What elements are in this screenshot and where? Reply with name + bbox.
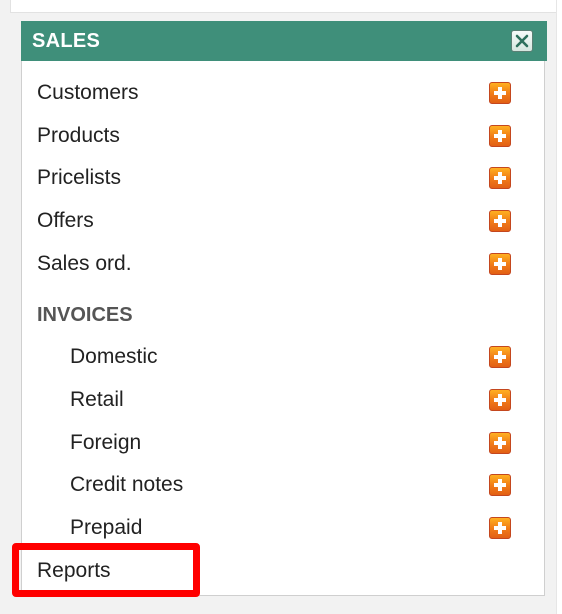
- add-prepaid-invoice-button[interactable]: [489, 517, 511, 539]
- add-domestic-invoice-button[interactable]: [489, 346, 511, 368]
- background-panel-right: [556, 0, 562, 614]
- menu-item-prepaid[interactable]: Prepaid: [22, 507, 544, 549]
- menu-item-label: Credit notes: [70, 473, 184, 496]
- add-sales-order-button[interactable]: [489, 253, 511, 275]
- menu-item-sales-orders[interactable]: Sales ord.: [22, 243, 544, 285]
- section-heading-label: INVOICES: [37, 304, 133, 326]
- menu-item-label: Offers: [37, 209, 94, 232]
- sales-panel: SALES Customers Products Pricelists Offe…: [21, 21, 547, 596]
- menu-item-label: Sales ord.: [37, 252, 132, 275]
- add-customer-button[interactable]: [489, 82, 511, 104]
- add-credit-note-button[interactable]: [489, 474, 511, 496]
- menu-item-label: Foreign: [70, 431, 142, 454]
- close-panel-button[interactable]: [511, 30, 533, 52]
- menu-item-pricelists[interactable]: Pricelists: [22, 157, 544, 199]
- add-offer-button[interactable]: [489, 210, 511, 232]
- add-pricelist-button[interactable]: [489, 167, 511, 189]
- menu-item-label: Domestic: [70, 345, 158, 368]
- close-icon: [515, 34, 529, 48]
- menu-item-retail[interactable]: Retail: [22, 379, 544, 421]
- panel-title: SALES: [32, 30, 101, 52]
- menu-item-domestic[interactable]: Domestic: [22, 336, 544, 378]
- menu-item-customers[interactable]: Customers: [22, 72, 544, 114]
- menu-item-label: Prepaid: [70, 516, 143, 539]
- background-panel-top: [10, 0, 560, 13]
- menu-item-label: Pricelists: [37, 166, 122, 189]
- panel-header: SALES: [21, 21, 547, 61]
- menu-item-label: Reports: [37, 559, 111, 582]
- menu-item-label: Retail: [70, 388, 124, 411]
- menu-item-credit-notes[interactable]: Credit notes: [22, 464, 544, 506]
- menu-item-offers[interactable]: Offers: [22, 200, 544, 242]
- menu-item-products[interactable]: Products: [22, 115, 544, 157]
- menu-item-label: Products: [37, 124, 120, 147]
- add-retail-invoice-button[interactable]: [489, 389, 511, 411]
- add-product-button[interactable]: [489, 125, 511, 147]
- menu-item-label: Customers: [37, 81, 139, 104]
- menu-item-reports[interactable]: Reports: [22, 550, 544, 592]
- add-foreign-invoice-button[interactable]: [489, 432, 511, 454]
- menu-item-foreign[interactable]: Foreign: [22, 422, 544, 464]
- invoices-section-heading: INVOICES: [22, 294, 544, 336]
